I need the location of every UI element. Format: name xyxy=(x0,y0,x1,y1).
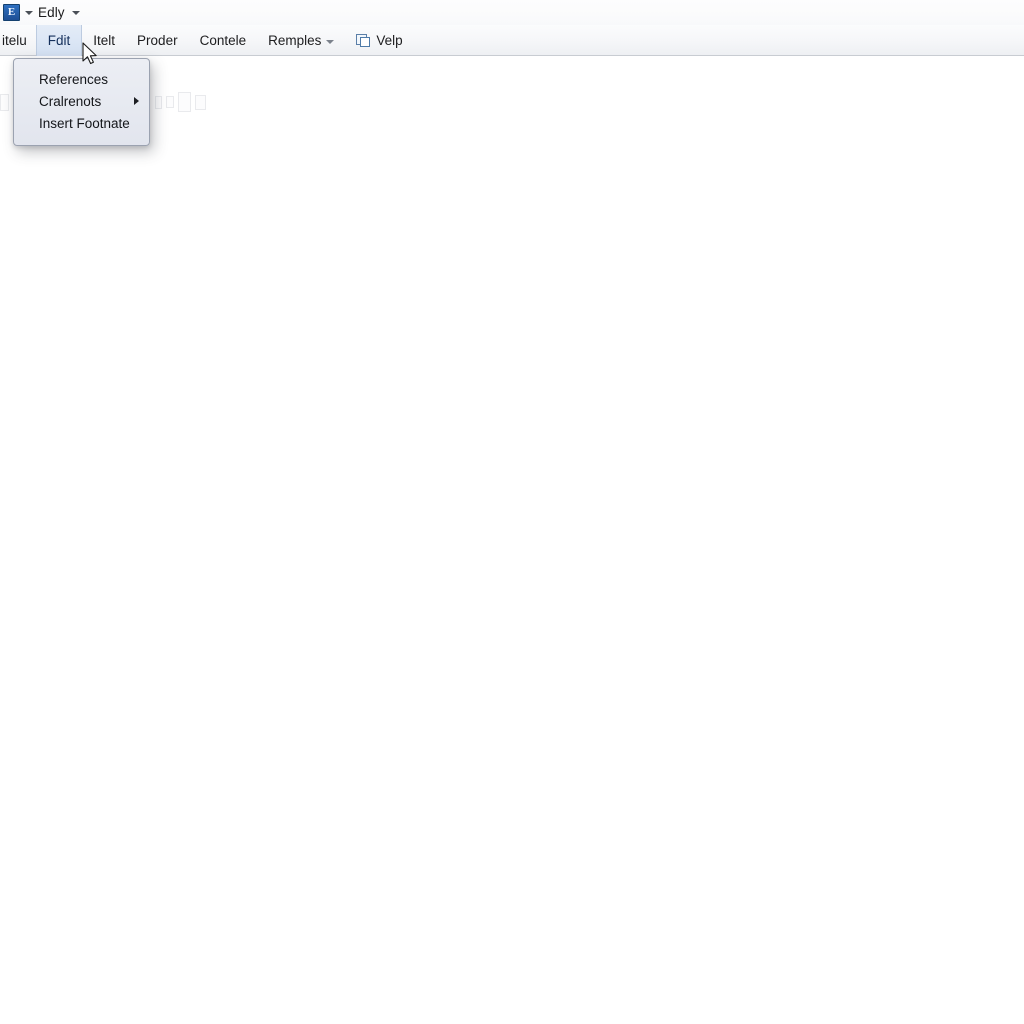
menu-item-velp[interactable]: Velp xyxy=(345,25,413,56)
dropdown-item-insert-footnate[interactable]: Insert Footnate xyxy=(14,112,149,134)
chevron-down-icon[interactable] xyxy=(326,39,335,44)
quick-access-chevron-down-icon[interactable] xyxy=(25,10,33,15)
menu-item-itelt[interactable]: Itelt xyxy=(82,25,126,56)
title-chevron-down-icon[interactable] xyxy=(71,10,80,15)
application-icon[interactable]: E xyxy=(3,4,20,21)
menu-item-label: Fdit xyxy=(47,33,71,48)
menu-item-label: Itelt xyxy=(93,33,116,48)
menu-item-label: Proder xyxy=(137,33,178,48)
menu-item-fdit[interactable]: Fdit xyxy=(35,25,83,56)
title-bar: E Edly xyxy=(0,0,1024,25)
dropdown-item-label: Insert Footnate xyxy=(39,115,130,131)
menu-item-itelu[interactable]: itelu xyxy=(0,25,36,56)
window-title: Edly xyxy=(38,5,65,20)
menu-item-remples[interactable]: Remples xyxy=(257,25,345,56)
document-canvas[interactable] xyxy=(0,56,1024,1024)
menu-item-proder[interactable]: Proder xyxy=(126,25,189,56)
dropdown-item-label: References xyxy=(39,71,109,87)
menu-bar: itelu Fdit Itelt Proder Contele Remples … xyxy=(0,25,1024,56)
application-window: E Edly itelu Fdit Itelt Proder Contele R… xyxy=(0,0,1024,1024)
menu-item-label: Remples xyxy=(268,33,322,48)
chevron-right-icon xyxy=(134,97,139,105)
menu-item-label: itelu xyxy=(2,33,27,48)
dropdown-item-cralrenots[interactable]: Cralrenots xyxy=(14,90,149,112)
menu-item-contele[interactable]: Contele xyxy=(189,25,258,56)
help-window-icon xyxy=(356,33,371,48)
menu-item-label: Contele xyxy=(199,33,247,48)
dropdown-item-references[interactable]: References xyxy=(14,68,149,90)
dropdown-item-label: Cralrenots xyxy=(39,93,102,109)
menu-item-label: Velp xyxy=(376,33,403,48)
dropdown-menu: References Cralrenots Insert Footnate xyxy=(13,58,150,146)
